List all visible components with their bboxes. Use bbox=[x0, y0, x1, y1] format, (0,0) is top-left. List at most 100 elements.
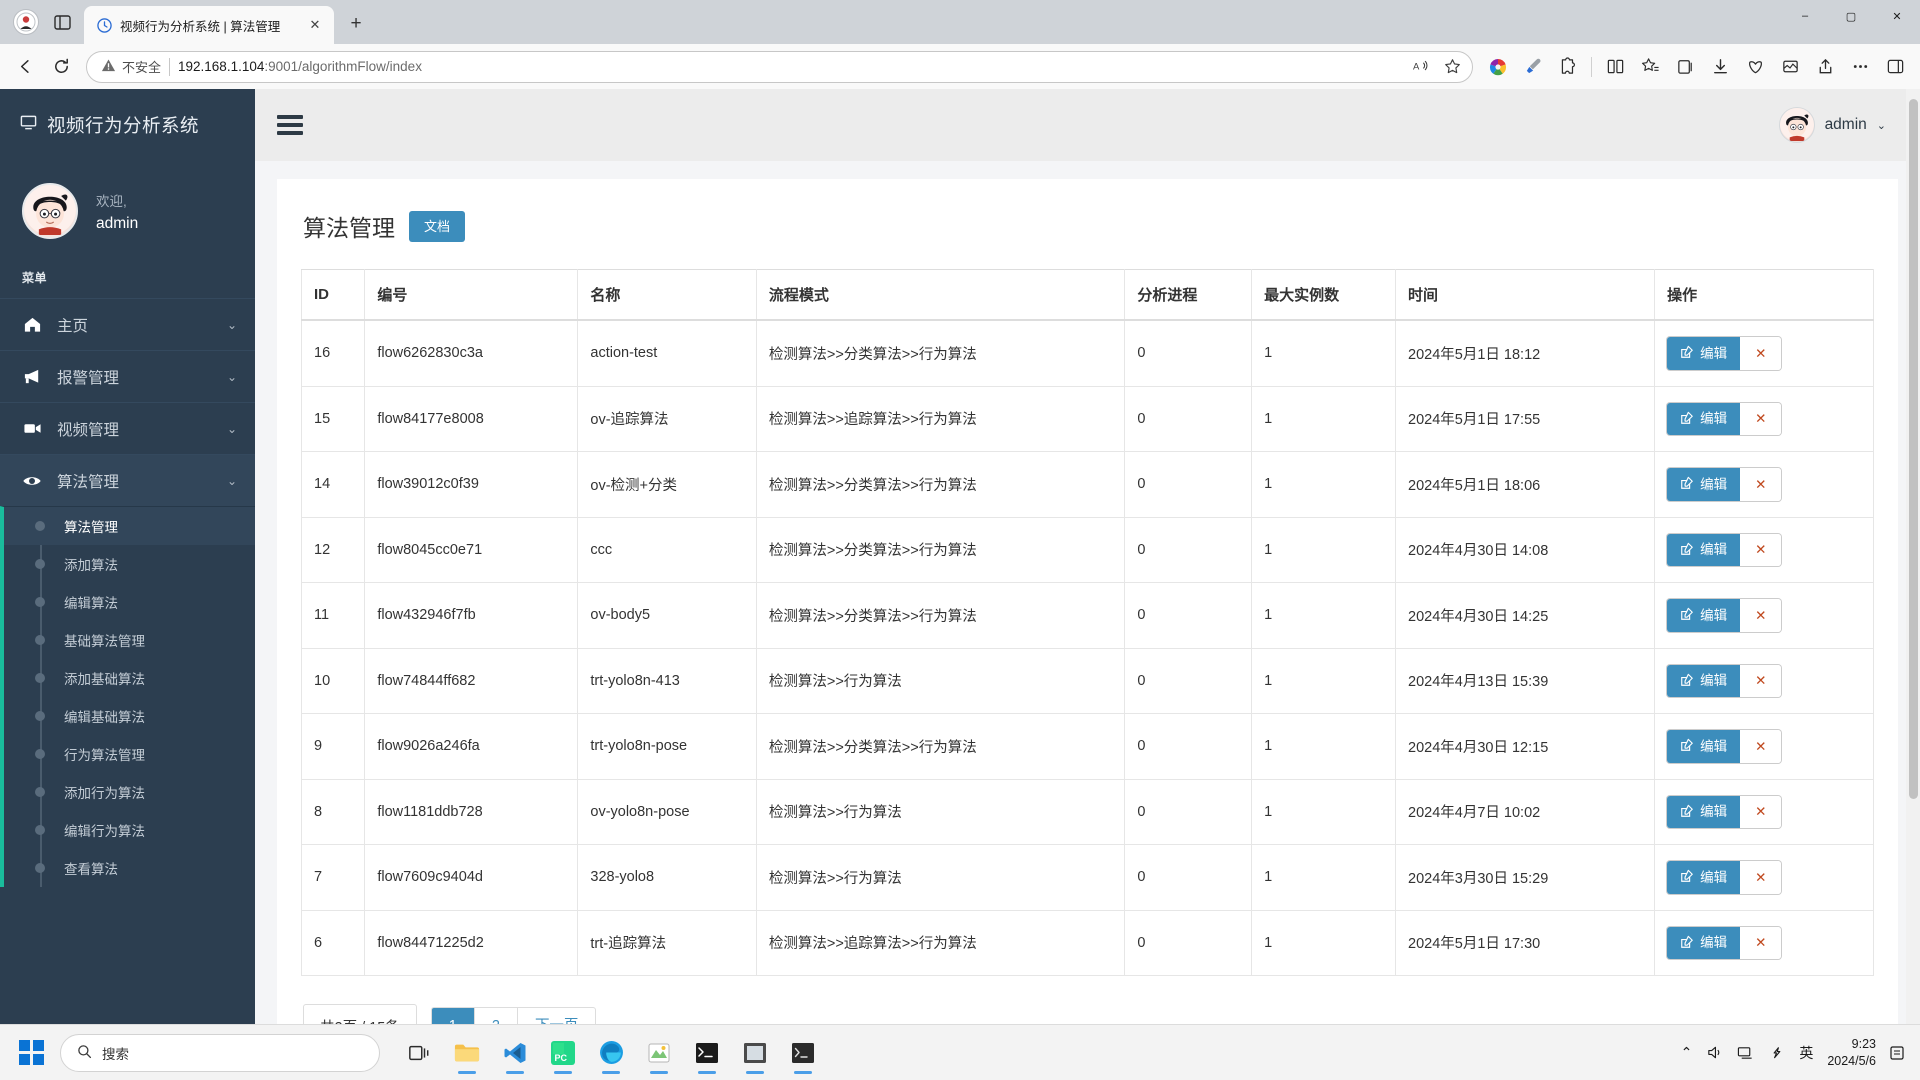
column-header-instances[interactable]: 最大实例数 bbox=[1251, 269, 1397, 321]
profile-button[interactable] bbox=[8, 4, 44, 40]
edit-button[interactable]: 编辑 bbox=[1667, 730, 1741, 763]
delete-button[interactable]: ✕ bbox=[1740, 599, 1782, 632]
clock-icon bbox=[96, 17, 112, 33]
screenshot-icon[interactable] bbox=[1773, 50, 1807, 84]
notification-icon[interactable] bbox=[1890, 1044, 1904, 1062]
file-explorer-icon[interactable] bbox=[446, 1031, 488, 1075]
delete-button[interactable]: ✕ bbox=[1740, 337, 1782, 370]
maximize-button[interactable]: ▢ bbox=[1828, 0, 1874, 32]
sidebar-subitem-edit-base-algorithm[interactable]: 编辑基础算法 bbox=[4, 697, 255, 735]
column-header-operation[interactable]: 操作 bbox=[1654, 269, 1874, 321]
eyedropper-icon[interactable] bbox=[1516, 50, 1550, 84]
settings-more-icon[interactable] bbox=[1843, 50, 1877, 84]
delete-button[interactable]: ✕ bbox=[1740, 664, 1782, 697]
column-header-process[interactable]: 分析进程 bbox=[1124, 269, 1253, 321]
edit-button[interactable]: 编辑 bbox=[1667, 926, 1741, 959]
taskbar-search-box[interactable]: 搜索 bbox=[60, 1033, 380, 1072]
command-prompt-icon[interactable] bbox=[782, 1031, 824, 1075]
topbar-user-menu[interactable]: admin ⌄ bbox=[1778, 107, 1886, 143]
battery-icon[interactable] bbox=[1768, 1044, 1785, 1061]
editor-icon[interactable] bbox=[638, 1031, 680, 1075]
sidebar-item-video[interactable]: 视频管理 ⌄ bbox=[0, 402, 255, 454]
delete-button[interactable]: ✕ bbox=[1740, 730, 1782, 763]
delete-button[interactable]: ✕ bbox=[1740, 926, 1782, 959]
doc-button[interactable]: 文档 bbox=[409, 210, 466, 242]
read-aloud-icon[interactable]: A bbox=[1406, 53, 1434, 81]
delete-button[interactable]: ✕ bbox=[1740, 468, 1782, 501]
share-icon[interactable] bbox=[1808, 50, 1842, 84]
sidebar-subitem-add-algorithm[interactable]: 添加算法 bbox=[4, 545, 255, 583]
pagination-summary: 共2页 / 15条 bbox=[303, 1004, 417, 1024]
favorite-star-icon[interactable] bbox=[1438, 53, 1466, 81]
window-close-button[interactable]: ✕ bbox=[1874, 0, 1920, 32]
column-header-code[interactable]: 编号 bbox=[364, 269, 579, 321]
back-button[interactable] bbox=[8, 50, 42, 84]
edit-button[interactable]: 编辑 bbox=[1667, 533, 1741, 566]
browser-essentials-shield-icon[interactable] bbox=[1738, 50, 1772, 84]
edit-button[interactable]: 编辑 bbox=[1667, 795, 1741, 828]
sidebar-subitem-behavior-algorithm-manage[interactable]: 行为算法管理 bbox=[4, 735, 255, 773]
reload-button[interactable] bbox=[44, 50, 78, 84]
app-window-icon[interactable] bbox=[734, 1031, 776, 1075]
edit-button[interactable]: 编辑 bbox=[1667, 861, 1741, 894]
edge-icon[interactable] bbox=[590, 1031, 632, 1075]
sidebar-subitem-base-algorithm-manage[interactable]: 基础算法管理 bbox=[4, 621, 255, 659]
sidebar-subitem-add-base-algorithm[interactable]: 添加基础算法 bbox=[4, 659, 255, 697]
terminal-icon[interactable] bbox=[686, 1031, 728, 1075]
column-header-flow[interactable]: 流程模式 bbox=[756, 269, 1126, 321]
collections-icon[interactable] bbox=[1668, 50, 1702, 84]
page-scrollbar[interactable] bbox=[1906, 89, 1920, 1024]
volume-icon[interactable] bbox=[1706, 1044, 1723, 1061]
close-icon[interactable]: ✕ bbox=[304, 14, 326, 36]
edit-button[interactable]: 编辑 bbox=[1667, 337, 1741, 370]
sidebar-subitem-algorithm-manage[interactable]: 算法管理 bbox=[4, 507, 255, 545]
edit-button[interactable]: 编辑 bbox=[1667, 402, 1741, 435]
downloads-icon[interactable] bbox=[1703, 50, 1737, 84]
sidebar-subitem-edit-algorithm[interactable]: 编辑算法 bbox=[4, 583, 255, 621]
sidebar-subitem-edit-behavior-algorithm[interactable]: 编辑行为算法 bbox=[4, 811, 255, 849]
sidebar-item-algorithm[interactable]: 算法管理 ⌄ bbox=[0, 454, 255, 506]
pycharm-icon[interactable]: PC bbox=[542, 1031, 584, 1075]
pagination-page-2[interactable]: 2 bbox=[475, 1007, 518, 1024]
start-button[interactable] bbox=[8, 1033, 54, 1073]
ime-indicator[interactable]: 英 bbox=[1799, 1043, 1813, 1063]
pagination-next-button[interactable]: 下一页 bbox=[518, 1008, 596, 1024]
extensions-icon[interactable] bbox=[1551, 50, 1585, 84]
new-tab-button[interactable]: + bbox=[340, 8, 372, 40]
sidebar-subitem-add-behavior-algorithm[interactable]: 添加行为算法 bbox=[4, 773, 255, 811]
taskbar-clock[interactable]: 9:23 2024/5/6 bbox=[1827, 1036, 1876, 1070]
sidebar-subitem-view-algorithm[interactable]: 查看算法 bbox=[4, 849, 255, 887]
vs-code-icon[interactable] bbox=[494, 1031, 536, 1075]
app-brand[interactable]: 视频行为分析系统 bbox=[0, 89, 255, 161]
sidebar-item-home[interactable]: 主页 ⌄ bbox=[0, 298, 255, 350]
column-header-id[interactable]: ID bbox=[300, 269, 366, 321]
page-scrollbar-thumb[interactable] bbox=[1909, 99, 1918, 799]
column-header-name[interactable]: 名称 bbox=[577, 269, 757, 321]
tray-chevron-up-icon[interactable]: ⌃ bbox=[1681, 1044, 1693, 1061]
row-name: trt-yolo8n-413 bbox=[577, 647, 757, 714]
network-icon[interactable] bbox=[1737, 1044, 1754, 1061]
delete-button[interactable]: ✕ bbox=[1740, 402, 1782, 435]
delete-button[interactable]: ✕ bbox=[1740, 795, 1782, 828]
edit-button[interactable]: 编辑 bbox=[1667, 664, 1741, 697]
delete-button[interactable]: ✕ bbox=[1740, 533, 1782, 566]
tab-actions-button[interactable] bbox=[44, 4, 80, 40]
security-warning[interactable]: 不安全 bbox=[101, 57, 161, 76]
pagination-page-1[interactable]: 1 bbox=[431, 1007, 475, 1024]
split-screen-icon[interactable] bbox=[1598, 50, 1632, 84]
edit-button[interactable]: 编辑 bbox=[1667, 599, 1741, 632]
task-view-icon[interactable] bbox=[398, 1031, 440, 1075]
browser-essentials-icon[interactable] bbox=[1481, 50, 1515, 84]
browser-tab[interactable]: 视频行为分析系统 | 算法管理 ✕ bbox=[84, 6, 334, 44]
table-row: 11 flow432946f7fb ov-body5 检测算法>>分类算法>>行为算法… bbox=[300, 582, 1874, 648]
column-header-time[interactable]: 时间 bbox=[1395, 269, 1656, 321]
delete-button[interactable]: ✕ bbox=[1740, 861, 1782, 894]
hamburger-icon[interactable] bbox=[277, 115, 303, 135]
sidebar-item-alarm[interactable]: 报警管理 ⌄ bbox=[0, 350, 255, 402]
minimize-button[interactable]: – bbox=[1782, 0, 1828, 32]
sidebar-item-label: 报警管理 bbox=[57, 369, 120, 387]
sidebar-icon[interactable] bbox=[1878, 50, 1912, 84]
favorites-icon[interactable] bbox=[1633, 50, 1667, 84]
edit-button[interactable]: 编辑 bbox=[1667, 468, 1741, 501]
address-bar[interactable]: 不安全 192.168.1.104:9001/algorithmFlow/ind… bbox=[86, 50, 1473, 83]
